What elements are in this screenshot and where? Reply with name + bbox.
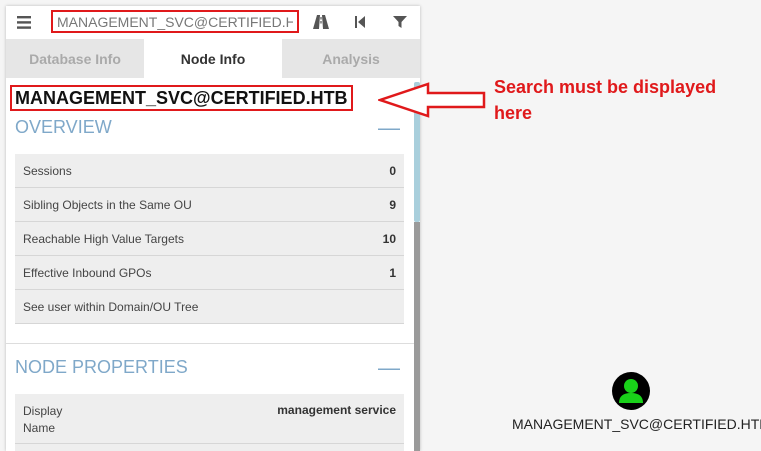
property-row-partial: [15, 444, 404, 451]
overview-table: Sessions 0 Sibling Objects in the Same O…: [15, 154, 404, 324]
overview-row-reachable-targets[interactable]: Reachable High Value Targets 10: [15, 222, 404, 256]
overview-row-domain-ou-tree[interactable]: See user within Domain/OU Tree: [15, 290, 404, 324]
row-value: 1: [389, 265, 396, 280]
overview-row-sessions[interactable]: Sessions 0: [15, 154, 404, 188]
search-box[interactable]: [51, 10, 299, 33]
road-icon[interactable]: [311, 12, 331, 32]
tab-database-info[interactable]: Database Info: [6, 39, 144, 78]
overview-row-sibling-objects[interactable]: Sibling Objects in the Same OU 9: [15, 188, 404, 222]
tab-bar: Database Info Node Info Analysis: [6, 39, 420, 78]
row-label: Effective Inbound GPOs: [23, 265, 152, 280]
row-label: Sessions: [23, 163, 72, 178]
row-label: Reachable High Value Targets: [23, 231, 184, 246]
toolbar: [6, 6, 420, 38]
filter-icon[interactable]: [390, 12, 410, 32]
property-row-display-name: Display Name management service: [15, 394, 404, 444]
tab-node-info[interactable]: Node Info: [144, 39, 282, 78]
row-value: 0: [389, 163, 396, 178]
search-input[interactable]: [57, 14, 293, 30]
section-divider: [6, 343, 414, 344]
node-properties-table: Display Name management service: [15, 394, 404, 451]
annotation-line-2: here: [494, 103, 533, 123]
node-properties-collapse-icon[interactable]: —: [378, 355, 400, 381]
row-value: 10: [382, 231, 396, 246]
graph-node-label[interactable]: MANAGEMENT_SVC@CERTIFIED.HTB: [512, 416, 761, 432]
tab-analysis[interactable]: Analysis: [282, 39, 420, 78]
annotation-line-1: Search must be displayed: [494, 77, 717, 97]
row-label: See user within Domain/OU Tree: [23, 299, 199, 314]
row-label: Sibling Objects in the Same OU: [23, 197, 192, 212]
scrollbar-track[interactable]: [414, 222, 420, 451]
skip-back-icon[interactable]: [350, 12, 370, 32]
node-properties-heading[interactable]: NODE PROPERTIES: [15, 357, 188, 378]
node-info-panel: Database Info Node Info Analysis MANAGEM…: [6, 6, 420, 451]
property-label: Display Name: [23, 404, 63, 435]
row-value: 9: [389, 197, 396, 212]
node-title: MANAGEMENT_SVC@CERTIFIED.HTB: [10, 85, 353, 111]
graph-user-node[interactable]: [612, 372, 650, 410]
annotation-arrow-icon: [378, 82, 486, 118]
overview-collapse-icon[interactable]: —: [378, 115, 400, 141]
overview-row-inbound-gpos[interactable]: Effective Inbound GPOs 1: [15, 256, 404, 290]
overview-heading[interactable]: OVERVIEW: [15, 117, 112, 138]
node-info-content: MANAGEMENT_SVC@CERTIFIED.HTB OVERVIEW — …: [6, 78, 420, 451]
annotation-text: Search must be displayed here: [494, 74, 744, 126]
user-icon: [619, 379, 643, 403]
property-value: management service: [277, 403, 396, 417]
hamburger-menu-icon[interactable]: [14, 12, 34, 32]
